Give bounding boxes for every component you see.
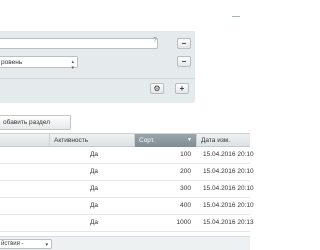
section-select-value: ровень bbox=[1, 59, 23, 66]
search-input[interactable] bbox=[0, 38, 158, 49]
remove-filter-row-button-2[interactable]: − bbox=[177, 56, 191, 67]
cell-date: 15.04.2016 20:10 bbox=[203, 168, 254, 175]
remove-filter-row-button[interactable]: − bbox=[177, 38, 191, 49]
cell-sort: 400 bbox=[180, 202, 191, 209]
cell-active: Да bbox=[90, 185, 99, 192]
table-row[interactable]: Да 400 15.04.2016 20:10 bbox=[0, 198, 254, 215]
minus-icon: − bbox=[181, 56, 187, 66]
chevron-down-icon: ▾ bbox=[45, 242, 48, 248]
cell-active: Да bbox=[90, 151, 99, 158]
cell-date: 15.04.2016 20:10 bbox=[203, 185, 254, 192]
cell-sort: 100 bbox=[180, 151, 191, 158]
table-row[interactable]: Да 200 15.04.2016 20:10 bbox=[0, 164, 254, 181]
table-row[interactable]: Да 100 15.04.2016 20:10 bbox=[0, 147, 254, 164]
table-row[interactable]: Да 1000 15.04.2016 20:13 bbox=[0, 215, 254, 232]
minus-icon: − bbox=[181, 38, 187, 48]
table-footer: йствия - ▾ bbox=[0, 236, 250, 250]
cell-sort: 300 bbox=[180, 185, 191, 192]
help-icon[interactable]: ? bbox=[153, 37, 157, 44]
cell-sort: 1000 bbox=[176, 219, 191, 226]
column-header-name[interactable] bbox=[0, 134, 50, 147]
cell-active: Да bbox=[90, 168, 99, 175]
cell-date: 15.04.2016 20:13 bbox=[203, 219, 254, 226]
group-action-select-value: йствия - bbox=[1, 241, 24, 247]
add-section-button[interactable]: обавить раздел bbox=[0, 115, 71, 130]
cell-sort: 200 bbox=[180, 168, 191, 175]
sort-desc-icon: ▼ bbox=[187, 137, 192, 143]
cell-date: 15.04.2016 20:10 bbox=[203, 151, 254, 158]
add-filter-button[interactable]: + bbox=[175, 83, 189, 94]
filter-panel: ? − ровень ▴ ▾ − ⚙ + bbox=[0, 31, 195, 103]
filter-divider bbox=[0, 78, 195, 79]
column-header-date[interactable]: Дата изм. bbox=[197, 134, 250, 147]
column-header-sort[interactable]: Сорт. ▼ bbox=[135, 134, 197, 147]
plus-icon: + bbox=[179, 83, 185, 93]
select-arrows-icon: ▴ ▾ bbox=[71, 59, 74, 71]
column-header-sort-label: Сорт. bbox=[139, 137, 155, 144]
cell-active: Да bbox=[90, 219, 99, 226]
column-header-active[interactable]: Активность bbox=[50, 134, 135, 147]
table-row[interactable]: Да 300 15.04.2016 20:10 bbox=[0, 181, 254, 198]
filter-settings-button[interactable]: ⚙ bbox=[150, 83, 164, 94]
collapse-dash[interactable] bbox=[232, 16, 240, 17]
cell-active: Да bbox=[90, 202, 99, 209]
top-panel bbox=[0, 0, 250, 30]
cell-date: 15.04.2016 20:10 bbox=[203, 202, 254, 209]
section-select[interactable]: ровень ▴ ▾ bbox=[0, 56, 78, 71]
gear-icon: ⚙ bbox=[153, 83, 161, 93]
table-header: Активность Сорт. ▼ Дата изм. bbox=[0, 133, 250, 147]
group-action-select[interactable]: йствия - ▾ bbox=[0, 239, 52, 249]
